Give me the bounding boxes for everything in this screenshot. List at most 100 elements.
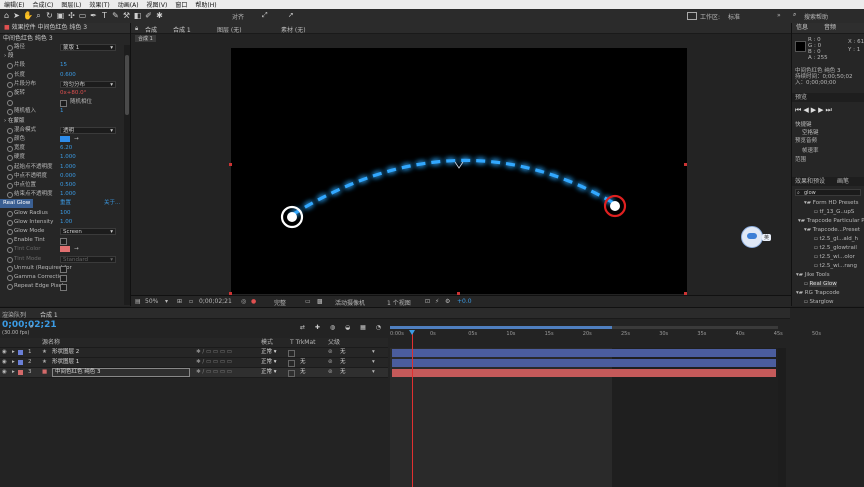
- parent-select[interactable]: 无: [340, 348, 346, 357]
- menu-item-help[interactable]: 帮助(H): [191, 0, 220, 9]
- effect_panel-rows-row[interactable]: 旋转 0x+80.0°: [0, 89, 126, 98]
- layer-duration-bar[interactable]: [392, 349, 776, 357]
- zoom-level-select[interactable]: 50%: [145, 298, 158, 305]
- property-value[interactable]: 1.000: [60, 153, 76, 162]
- effect_panel-rows-row[interactable]: 随机相位: [0, 98, 126, 108]
- layer-name[interactable]: 中间色红色 纯色 3: [52, 368, 190, 377]
- col-mode[interactable]: 模式: [261, 338, 273, 347]
- search-help-input[interactable]: 搜索帮助: [804, 12, 828, 21]
- expand-arrow-icon[interactable]: ▸: [12, 348, 15, 357]
- effect_panel-glow_rows-row[interactable]: Glow Radius 100: [0, 209, 126, 218]
- pen-tool-icon[interactable]: ✒: [89, 11, 98, 20]
- brush-tool-icon[interactable]: ✎: [111, 11, 120, 20]
- fast-preview-icon[interactable]: ⚡︎: [435, 298, 439, 305]
- effect_panel-glow_rows-row[interactable]: Repeat Edge Pixels: [0, 282, 126, 292]
- property-value[interactable]: 15: [60, 61, 67, 70]
- effect_panel-rows-row[interactable]: › 段: [0, 52, 126, 61]
- time-ruler[interactable]: 0:00s 0s 05s 10s 15s 20s 25s 30s 35s 40s 45s 50s: [390, 322, 821, 344]
- hand-tool-icon[interactable]: ✋: [23, 11, 33, 20]
- stopwatch-icon[interactable]: [7, 127, 13, 134]
- eraser-tool-icon[interactable]: ◧: [133, 11, 142, 20]
- effect_panel-rows-row[interactable]: 混合模式 透明 ▾: [0, 126, 126, 135]
- tab-effects-presets[interactable]: 效果和预设: [795, 178, 825, 185]
- effect-name[interactable]: Real Glow: [0, 199, 34, 209]
- pickwhip-icon[interactable]: ⊚: [328, 368, 333, 377]
- color-swatch[interactable]: [60, 246, 70, 253]
- search-icon[interactable]: ⌕: [30, 323, 33, 331]
- camera-tool-icon[interactable]: ▣: [56, 11, 65, 20]
- resolution-select[interactable]: 完整: [274, 298, 286, 307]
- blend-mode-select[interactable]: 正常 ▾: [261, 358, 277, 367]
- stopwatch-icon[interactable]: [7, 265, 13, 272]
- property-dropdown[interactable]: Standard ▾: [60, 255, 116, 263]
- workspace-select[interactable]: 标准: [728, 12, 740, 21]
- label-color[interactable]: [18, 350, 23, 355]
- property-dropdown[interactable]: 透明 ▾: [60, 126, 116, 134]
- stopwatch-icon[interactable]: [7, 81, 13, 88]
- tab-info[interactable]: 信息: [796, 24, 808, 31]
- preset-item[interactable]: ▾▰ RG Trapcode: [796, 289, 840, 297]
- label-color[interactable]: [18, 360, 23, 365]
- effect_panel-rows-row[interactable]: 结束点不透明度 1.000: [0, 190, 126, 199]
- effect_panel-rows-row[interactable]: 宽度 6.20: [0, 144, 126, 153]
- property-value[interactable]: 6.20: [60, 144, 72, 153]
- tab-audio[interactable]: 音频: [824, 24, 836, 31]
- ime-assistant-icon[interactable]: [741, 226, 763, 248]
- toggle-pixel-icon[interactable]: ⊡: [425, 298, 430, 305]
- menu-item-edit[interactable]: 编辑(E): [0, 0, 28, 9]
- tab-layer[interactable]: 图层 (无): [217, 25, 242, 34]
- stopwatch-icon[interactable]: [7, 219, 13, 226]
- stopwatch-icon[interactable]: [7, 284, 13, 291]
- effect_panel-glow_rows-row[interactable]: Unmult (Required for: [0, 264, 126, 273]
- col-source-name[interactable]: 源名称: [42, 338, 60, 347]
- checkbox[interactable]: [60, 238, 67, 246]
- safe-zones-icon[interactable]: ⊞: [177, 298, 182, 305]
- layer-duration-bar[interactable]: [392, 369, 776, 377]
- visibility-eye-icon[interactable]: ◉: [2, 368, 7, 377]
- effect_panel-glow_rows-row[interactable]: Glow Intensity 1.00: [0, 218, 126, 227]
- bbox-handle-left[interactable]: [229, 163, 232, 166]
- search-icon[interactable]: ⌕: [793, 11, 796, 19]
- eyedropper-icon[interactable]: →: [74, 135, 79, 144]
- effect-controls-tab[interactable]: ■ 效果控件 中间色红色 纯色 3: [0, 23, 130, 34]
- preset-item[interactable]: ▫ t2.5_wi...rang: [814, 262, 857, 270]
- section-label[interactable]: › 在蒙版: [4, 117, 24, 126]
- col-trkmat[interactable]: T TrkMat: [290, 338, 316, 347]
- preview-tab[interactable]: 预览: [792, 93, 864, 102]
- preset-item[interactable]: ▾▰ Jike Tools: [796, 271, 830, 279]
- effect_panel-rows-row[interactable]: › 在蒙版: [0, 117, 126, 126]
- exposure-value[interactable]: +0.0: [457, 298, 472, 305]
- preset-item[interactable]: ▫ t2.5_glowtrail: [814, 244, 857, 252]
- stopwatch-icon[interactable]: [7, 45, 13, 51]
- transparency-grid-icon[interactable]: ▩: [317, 298, 323, 305]
- property-value[interactable]: 0.500: [60, 181, 76, 190]
- stopwatch-icon[interactable]: [7, 146, 13, 153]
- real-glow-header[interactable]: Real Glow 重置 关于...: [0, 199, 126, 209]
- layer-switches[interactable]: ✱ ∕ ▭ ▭ ▭ ▭: [196, 348, 232, 357]
- tab-render-queue[interactable]: 渲染队列: [2, 310, 26, 319]
- effect_panel-glow_rows-row[interactable]: Gamma Correction: [0, 273, 126, 282]
- property-dropdown[interactable]: 均匀分布 ▾: [60, 80, 116, 88]
- blend-mode-select[interactable]: 正常 ▾: [261, 348, 277, 357]
- fit-icon[interactable]: ▾: [165, 298, 168, 305]
- arrow-icon[interactable]: ➚: [288, 11, 296, 19]
- grid-icon[interactable]: ▫: [189, 298, 193, 305]
- property-value[interactable]: 1.00: [60, 218, 72, 227]
- stopwatch-icon[interactable]: [7, 247, 13, 254]
- shortcut-select[interactable]: 空格键: [802, 129, 819, 137]
- reset-button[interactable]: 重置: [60, 199, 71, 208]
- property-value[interactable]: 1.000: [60, 163, 76, 172]
- pan-behind-icon[interactable]: ✣: [67, 11, 76, 20]
- section-label[interactable]: › 段: [4, 52, 13, 61]
- layer-row[interactable]: ◉ ▸ 2 ★ 形状图层 1 ✱ ∕ ▭ ▭ ▭ ▭ 正常 ▾ 无 ⊚ 无 ▾: [0, 358, 388, 368]
- menu-item-layer[interactable]: 图层(L): [57, 0, 85, 9]
- visibility-eye-icon[interactable]: ◉: [2, 348, 7, 357]
- effect_panel-rows-row[interactable]: 路径 蒙版 1 ▾: [0, 43, 126, 52]
- tab-footage[interactable]: 素材 (无): [281, 25, 306, 34]
- timeline-switches[interactable]: ⇄ ✚ ◍ ◒ ▦ ◔ ▭: [300, 324, 401, 331]
- effects-search-input[interactable]: ⌕ glow: [795, 189, 861, 196]
- checkbox[interactable]: [60, 284, 67, 292]
- trkmat-select[interactable]: 无: [300, 358, 306, 367]
- visibility-eye-icon[interactable]: ◉: [2, 358, 7, 367]
- preserve-transparency-checkbox[interactable]: [288, 370, 295, 377]
